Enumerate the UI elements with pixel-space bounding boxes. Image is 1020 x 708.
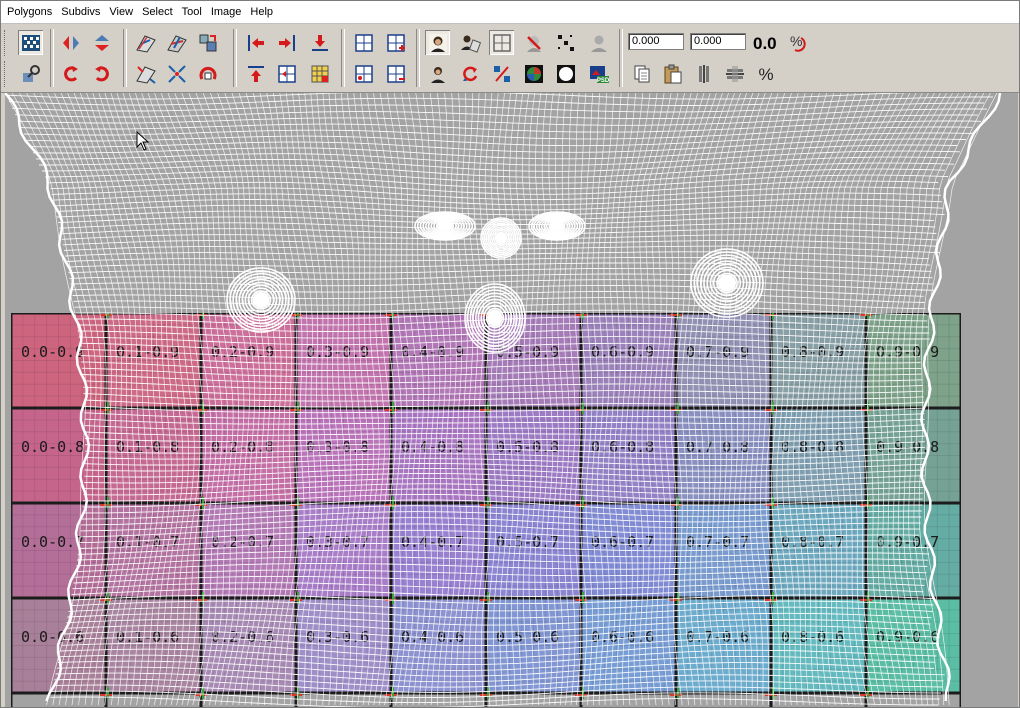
isolate-select-icon[interactable] (586, 30, 611, 55)
display-alpha-icon[interactable] (553, 61, 578, 86)
mesh-nose-tip-core (496, 233, 506, 243)
menu-image[interactable]: Image (205, 1, 245, 23)
align-right-icon[interactable] (274, 30, 299, 55)
menu-view[interactable]: View (103, 1, 136, 23)
u-coordinate-field[interactable] (628, 33, 684, 50)
readout-value[interactable]: 0.0 (753, 34, 777, 54)
toolbar-separator (341, 29, 345, 87)
rotate-ccw-icon[interactable] (58, 61, 83, 86)
uv-percent-icon[interactable]: % (753, 61, 778, 86)
uv-pin-icon[interactable] (18, 61, 43, 86)
uv-mesh-wireframe (5, 93, 1002, 707)
display-rgba-icon[interactable] (521, 61, 546, 86)
align-top-icon[interactable] (243, 61, 268, 86)
align-bottom-icon[interactable] (307, 30, 332, 55)
pixel-snap-icon[interactable] (521, 30, 546, 55)
toolbar-separator (416, 29, 420, 87)
sew-uv-edges-icon[interactable] (164, 30, 189, 55)
snap-to-grid-icon[interactable] (274, 61, 299, 86)
toolbar-separator (619, 29, 623, 87)
psd-network-icon[interactable]: PSD (586, 61, 611, 86)
mesh-nostril-right-core (550, 222, 564, 230)
grid-uvs-icon[interactable] (164, 61, 189, 86)
mesh-right-border (920, 93, 1002, 702)
mesh-nose-tip (480, 217, 522, 259)
v-coordinate-field[interactable] (690, 33, 746, 50)
rotate-cw-icon[interactable] (89, 61, 114, 86)
toggle-texture-icon[interactable] (18, 30, 43, 55)
mesh-nostril-left (414, 211, 476, 241)
refresh-uv-icon[interactable]: % (785, 30, 810, 55)
layout-uvs-icon[interactable] (133, 61, 158, 86)
cycle-uv-u-icon[interactable] (691, 61, 716, 86)
copy-uvs-icon[interactable] (629, 61, 654, 86)
uv-texture-editor-window: Polygons Subdivs View Select Tool Image … (0, 0, 1020, 708)
menu-subdivs[interactable]: Subdivs (55, 1, 103, 23)
mouse-cursor-icon (136, 131, 150, 151)
mesh-eye-right-core (718, 274, 736, 292)
toolbar-grip[interactable] (4, 30, 8, 56)
menu-help[interactable]: Help (244, 1, 276, 23)
toolbar: PSD 0.0 % % (1, 24, 1019, 93)
grid-remove-icon[interactable] (383, 61, 408, 86)
svg-text:%: % (790, 33, 802, 49)
paste-uvs-icon[interactable] (660, 61, 685, 86)
mesh-eye-left-core (252, 292, 270, 308)
grid-snap-icon[interactable] (351, 61, 376, 86)
percent-symbol: % (758, 65, 773, 84)
shell-grid-icon[interactable] (307, 61, 332, 86)
menu-bar: Polygons Subdivs View Select Tool Image … (1, 1, 1019, 24)
toolbar-separator (233, 29, 237, 87)
mesh-nostril-right (528, 211, 586, 241)
grid-add-icon[interactable] (383, 30, 408, 55)
align-left-icon[interactable] (243, 30, 268, 55)
toolbar-grip[interactable] (4, 61, 8, 87)
display-rgb-icon[interactable] (425, 61, 450, 86)
grid-view-icon[interactable] (351, 30, 376, 55)
toolbar-separator (50, 29, 54, 87)
uv-ratio-icon[interactable] (489, 61, 514, 86)
shaded-uv-icon[interactable] (553, 30, 578, 55)
unfold-uvs-icon[interactable] (195, 61, 220, 86)
menu-tool[interactable]: Tool (176, 1, 205, 23)
dim-image-icon[interactable] (457, 30, 482, 55)
flip-v-icon[interactable] (89, 30, 114, 55)
menu-polygons[interactable]: Polygons (1, 1, 55, 23)
view-grid-icon[interactable] (489, 30, 514, 55)
move-and-sew-icon[interactable] (195, 30, 220, 55)
cut-uv-edges-icon[interactable] (133, 30, 158, 55)
cycle-uv-v-icon[interactable] (722, 61, 747, 86)
menu-select[interactable]: Select (136, 1, 176, 23)
mesh-nostril-left-core (437, 222, 453, 230)
toolbar-separator (123, 29, 127, 87)
flip-u-icon[interactable] (58, 30, 83, 55)
psd-label: PSD (596, 78, 609, 84)
uv-viewport[interactable]: 0.0-0.9 0.1-0.9 0.2-0.9 0.3-0.9 0.4-0.9 0.5-0… (5, 93, 1018, 707)
display-image-icon[interactable] (425, 30, 450, 55)
mesh-mouth-core (487, 309, 503, 327)
update-image-icon[interactable] (457, 61, 482, 86)
